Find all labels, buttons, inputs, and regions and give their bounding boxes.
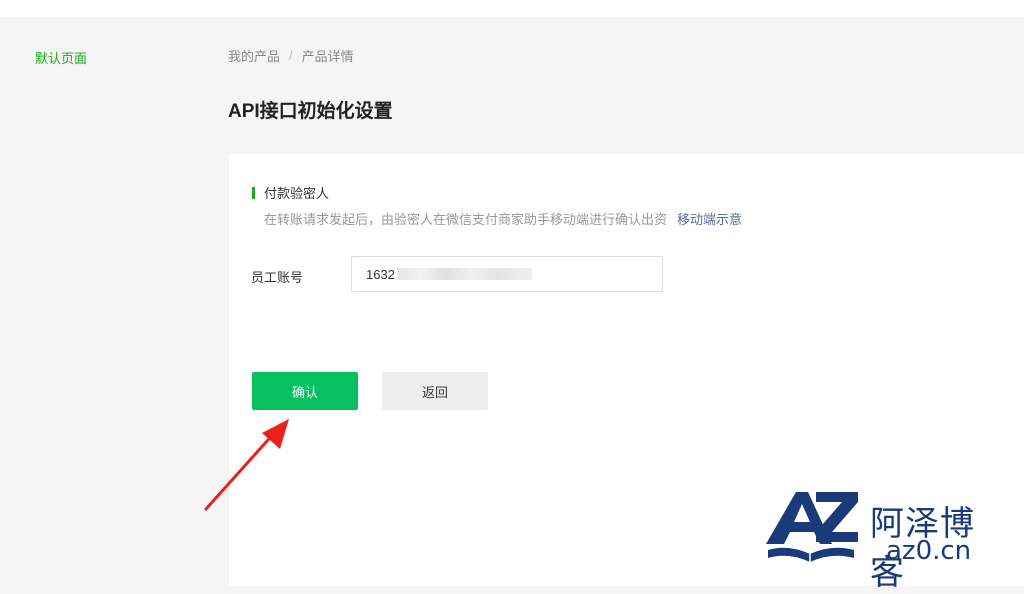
breadcrumb: 我的产品 / 产品详情 (228, 46, 354, 65)
employee-account-label: 员工账号 (251, 270, 304, 285)
breadcrumb-separator: / (289, 48, 293, 63)
back-button[interactable]: 返回 (382, 372, 488, 410)
section-description: 在转账请求发起后，由验密人在微信支付商家助手移动端进行确认出资 移动端示意 (264, 209, 742, 228)
blurred-mask (396, 268, 532, 280)
employee-account-value: 1632 (366, 266, 395, 282)
top-bar (0, 0, 1024, 17)
section-accent-bar (252, 186, 255, 199)
red-arrow-icon (204, 419, 289, 511)
breadcrumb-my-products[interactable]: 我的产品 (228, 46, 280, 65)
watermark-logo-icon (766, 492, 858, 562)
section-header: 付款验密人 (252, 183, 329, 202)
confirm-button[interactable]: 确认 (252, 372, 358, 410)
section-title: 付款验密人 (264, 186, 330, 201)
watermark-domain: az0.cn (886, 536, 972, 566)
breadcrumb-product-detail: 产品详情 (301, 49, 354, 64)
section-description-text: 在转账请求发起后，由验密人在微信支付商家助手移动端进行确认出资 (264, 212, 668, 227)
sidebar-item-default-page[interactable]: 默认页面 (35, 48, 87, 67)
employee-account-input[interactable]: 1632 (351, 256, 663, 292)
mobile-demo-link[interactable]: 移动端示意 (677, 212, 742, 227)
watermark: 阿泽博客 az0.cn (758, 484, 1008, 593)
page-title: API接口初始化设置 (228, 101, 393, 122)
